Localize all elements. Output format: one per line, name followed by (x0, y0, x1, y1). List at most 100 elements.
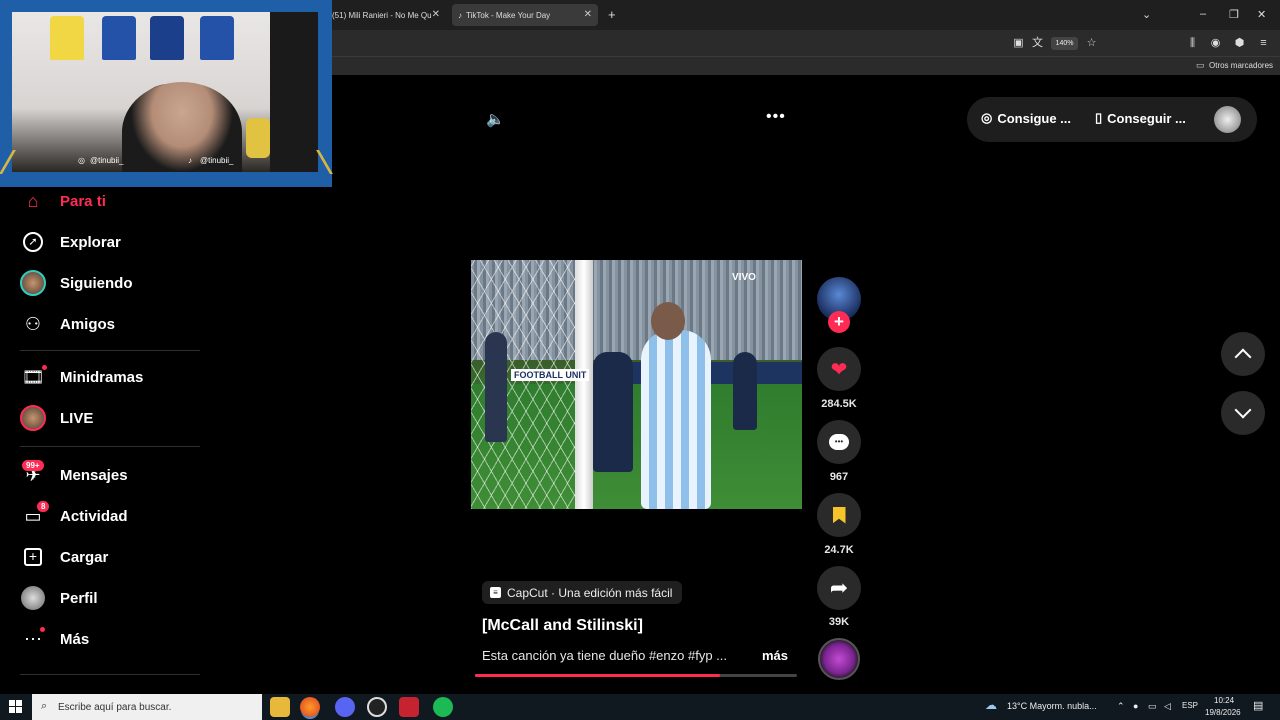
translate-icon[interactable]: 文 (1031, 37, 1044, 49)
weather-text[interactable]: 13°C Mayorm. nubla... (1007, 701, 1097, 711)
discord-icon[interactable] (335, 697, 355, 717)
get-app-bar: ◎ Consigue ... ▯ Conseguir ... (967, 97, 1257, 142)
goal-post (575, 260, 593, 509)
previous-video-button[interactable] (1221, 332, 1265, 376)
zoom-level[interactable]: 140% (1051, 37, 1078, 50)
save-button[interactable] (817, 493, 861, 537)
bookmark-star-icon[interactable]: ☆ (1085, 37, 1098, 49)
sidebar-item-label: Más (60, 630, 90, 648)
volume-tray-icon[interactable]: ◁ (1164, 701, 1171, 712)
folder-icon: ▭ (1196, 60, 1205, 70)
firefox-icon[interactable] (300, 697, 320, 717)
sidebar-item-actividad[interactable]: ▭ 8 Actividad (20, 501, 128, 531)
tab-title: TikTok - Make Your Day (466, 10, 551, 20)
sidebar-item-explorar[interactable]: ➚ Explorar (20, 227, 121, 257)
tab-title: (51) Mili Ranieri - No Me Qu (332, 10, 432, 20)
other-bookmarks[interactable]: Otros marcadores (1209, 61, 1273, 70)
spotify-icon[interactable] (433, 697, 453, 717)
clock-date[interactable]: 19/8/2026 (1205, 708, 1241, 717)
sidebar-item-label: LIVE (60, 409, 94, 427)
file-explorer-icon[interactable] (270, 697, 290, 717)
sidebar-item-perfil[interactable]: Perfil (20, 583, 98, 613)
sidebar-item-live[interactable]: LIVE (20, 403, 93, 433)
sidebar-item-para-ti[interactable]: ⌂ Para ti (20, 186, 106, 216)
close-tab-icon[interactable]: ✕ (584, 9, 592, 20)
upload-icon: + (20, 544, 46, 570)
library-icon[interactable]: ⫼ (1186, 37, 1199, 49)
more-options-icon[interactable]: ••• (766, 108, 786, 126)
share-icon: ➦ (829, 575, 849, 600)
user-avatar[interactable] (1214, 106, 1241, 133)
progress-bar[interactable] (475, 674, 797, 677)
reader-view-icon[interactable]: ▣ (1012, 37, 1025, 49)
extensions-icon[interactable]: ⬢ (1233, 37, 1246, 49)
music-disc[interactable] (818, 638, 860, 680)
new-tab-icon[interactable]: + (608, 7, 616, 22)
close-tab-icon[interactable]: ✕ (432, 9, 440, 20)
next-video-button[interactable] (1221, 391, 1265, 435)
tiktok-icon: ♪ (188, 156, 192, 165)
jersey-blue (102, 16, 136, 60)
menu-icon[interactable]: ≡ (1257, 37, 1270, 49)
jersey-yellow (50, 16, 84, 60)
sidebar-item-label: Mensajes (60, 466, 128, 484)
more-link[interactable]: más (762, 648, 788, 663)
capcut-promo-label: CapCut · Una edición más fácil (507, 585, 673, 600)
chevron-up-icon (1234, 348, 1252, 366)
player (641, 330, 711, 509)
sidebar-item-minidramas[interactable]: 🎞 Minidramas (20, 362, 143, 392)
microphone-icon[interactable]: ● (1133, 701, 1138, 711)
webcam-feed (12, 12, 318, 172)
capcut-promo[interactable]: ≡ CapCut · Una edición más fácil (482, 581, 683, 604)
follow-button[interactable]: + (828, 311, 850, 333)
volume-icon[interactable]: 🔈 (486, 110, 505, 128)
windows-start-icon[interactable] (9, 700, 22, 713)
notification-dot (40, 627, 45, 632)
player (593, 352, 633, 472)
sidebar-item-amigos[interactable]: ⚇ Amigos (20, 309, 115, 339)
sidebar-item-siguiendo[interactable]: Siguiendo (20, 268, 133, 298)
weather-icon[interactable]: ☁ (985, 698, 997, 712)
get-app-label: Conseguir ... (1107, 110, 1186, 126)
live-avatar-icon (20, 405, 46, 431)
sidebar-item-label: Amigos (60, 315, 116, 333)
chevron-down-icon[interactable]: ⌄ (1142, 8, 1151, 21)
chevron-down-icon (1234, 401, 1252, 419)
close-window-icon[interactable]: ✕ (1257, 8, 1266, 21)
bookmark-icon (832, 506, 846, 524)
minimize-icon[interactable]: – (1200, 8, 1206, 20)
get-app-button[interactable]: ▯ Conseguir ... (1095, 110, 1186, 126)
sidebar-item-label: Perfil (60, 589, 98, 607)
sidebar-item-label: Cargar (60, 548, 109, 566)
jersey-blue (150, 16, 184, 60)
get-coins-button[interactable]: ◎ Consigue ... (981, 110, 1071, 126)
taskbar-search-placeholder: Escribe aquí para buscar. (58, 701, 172, 713)
like-button[interactable]: ❤ (817, 347, 861, 391)
clock-time[interactable]: 10:24 (1214, 696, 1234, 705)
network-icon[interactable]: ▭ (1148, 701, 1157, 712)
sidebar-item-cargar[interactable]: + Cargar (20, 542, 108, 572)
taskbar-search[interactable]: ⌕ Escribe aquí para buscar. (32, 694, 262, 720)
sidebar-item-mas[interactable]: ⋯ Más (20, 624, 89, 654)
home-icon: ⌂ (27, 190, 39, 211)
messages-badge: 99+ (22, 460, 44, 471)
following-avatar-icon (20, 270, 46, 296)
sidebar-item-mensajes[interactable]: ✈ 99+ Mensajes (20, 460, 128, 490)
sidebar-item-label: Siguiendo (60, 274, 133, 292)
notifications-icon[interactable]: ▤ (1253, 699, 1263, 712)
obs-icon[interactable] (367, 697, 387, 717)
video-player[interactable]: FOOTBALL UNIT VIVO (471, 260, 802, 509)
instagram-handle: @tinubii_ (90, 156, 124, 165)
comment-button[interactable]: ••• (817, 420, 861, 464)
maximize-icon[interactable]: ❐ (1229, 8, 1239, 21)
tray-chevron-icon[interactable]: ⌃ (1117, 701, 1125, 712)
browser-tab-active[interactable]: ♪ TikTok - Make Your Day ✕ (452, 4, 598, 26)
activity-badge: 8 (37, 501, 50, 512)
browser-tab[interactable]: (51) Mili Ranieri - No Me Qu ✕ (326, 4, 446, 26)
share-button[interactable]: ➦ (817, 566, 861, 610)
sidebar-divider (20, 446, 200, 447)
notification-dot (42, 365, 47, 370)
streaming-app-icon[interactable] (399, 697, 419, 717)
language-indicator[interactable]: ESP (1182, 701, 1198, 710)
account-icon[interactable]: ◉ (1209, 37, 1222, 49)
